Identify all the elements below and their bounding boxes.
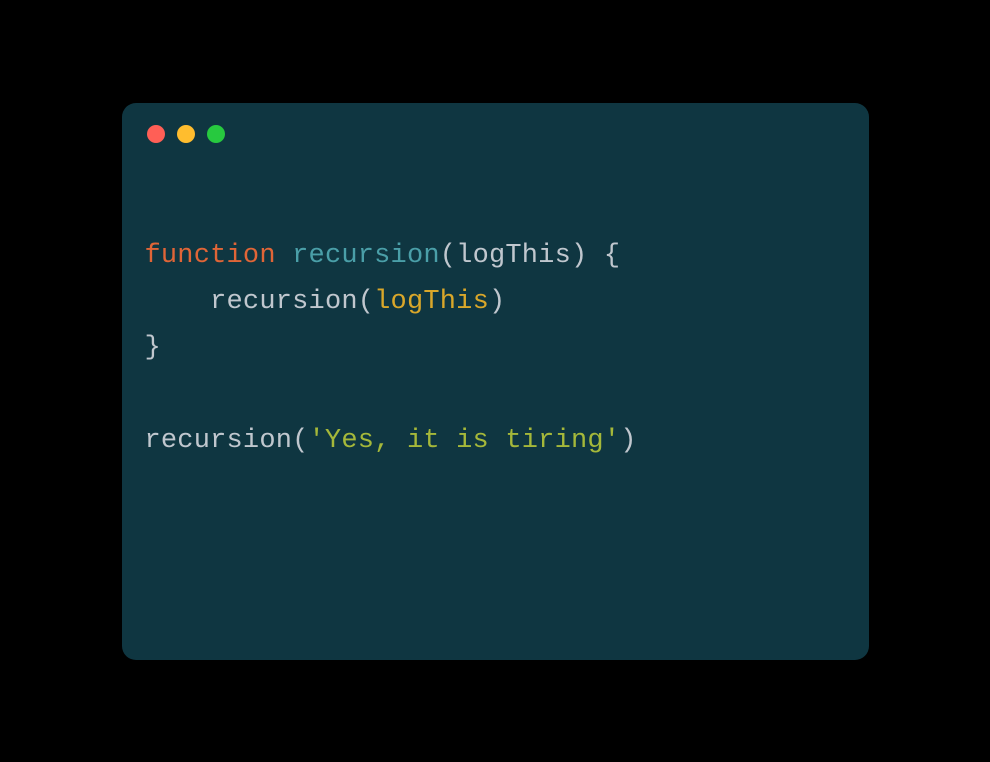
- indent: [145, 287, 211, 317]
- keyword-function: function: [145, 241, 276, 271]
- string-literal: 'Yes, it is tiring': [309, 426, 621, 456]
- argument: logThis: [374, 287, 489, 317]
- function-call: recursion: [145, 426, 293, 456]
- function-name: recursion: [292, 241, 440, 271]
- titlebar: [122, 103, 869, 143]
- window-zoom-button[interactable]: [207, 125, 225, 143]
- close-brace: }: [145, 333, 161, 363]
- open-brace: {: [604, 241, 620, 271]
- window-minimize-button[interactable]: [177, 125, 195, 143]
- open-paren: (: [440, 241, 456, 271]
- code-block: function recursion(logThis) { recursion(…: [122, 143, 869, 465]
- parameter: logThis: [456, 241, 571, 271]
- whitespace: [587, 241, 603, 271]
- code-window: function recursion(logThis) { recursion(…: [122, 103, 869, 660]
- open-paren: (: [292, 426, 308, 456]
- window-close-button[interactable]: [147, 125, 165, 143]
- open-paren: (: [358, 287, 374, 317]
- close-paren: ): [620, 426, 636, 456]
- function-call: recursion: [210, 287, 358, 317]
- close-paren: ): [489, 287, 505, 317]
- whitespace: [276, 241, 292, 271]
- close-paren: ): [571, 241, 587, 271]
